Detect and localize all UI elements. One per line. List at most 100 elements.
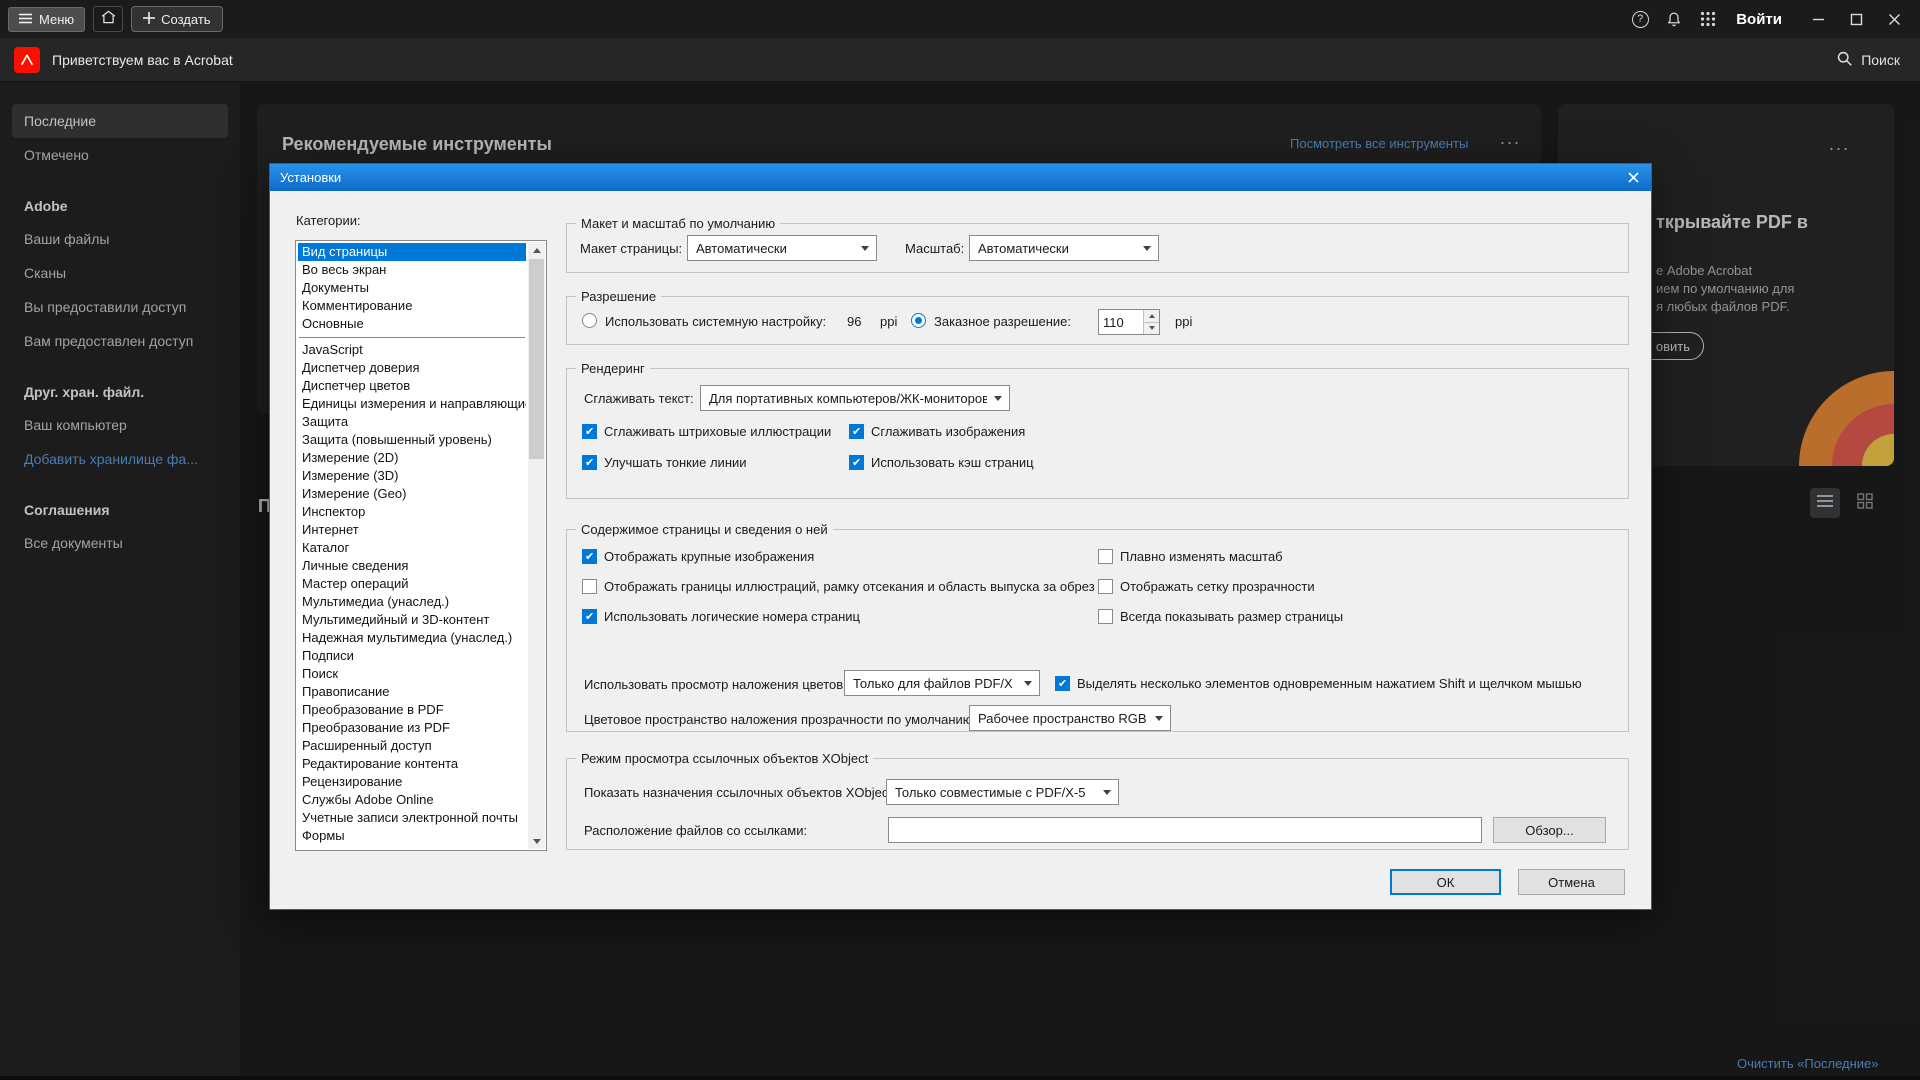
scroll-up-arrow[interactable]	[528, 242, 545, 258]
browse-button[interactable]: Обзор...	[1493, 817, 1606, 843]
category-item[interactable]: Мультимедиа (унаслед.)	[298, 593, 526, 611]
menu-button[interactable]: Меню	[8, 7, 85, 32]
page-layout-combo[interactable]: Автоматически	[687, 235, 877, 261]
spin-down-button[interactable]	[1144, 322, 1159, 335]
more-options-icon[interactable]: ...	[1500, 128, 1521, 149]
checkbox-row[interactable]: Сглаживать штриховые иллюстрации	[582, 421, 831, 441]
notifications-bell-icon[interactable]	[1660, 5, 1688, 33]
scroll-down-arrow[interactable]	[528, 833, 545, 849]
checkbox-row[interactable]: Использовать кэш страниц	[849, 452, 1034, 472]
dialog-close-button[interactable]	[1615, 164, 1651, 191]
sign-in-button[interactable]: Войти	[1736, 11, 1782, 28]
category-item[interactable]: Расширенный доступ	[298, 737, 526, 755]
category-item[interactable]: Измерение (Geo)	[298, 485, 526, 503]
category-item[interactable]: Интернет	[298, 521, 526, 539]
sidebar-item[interactable]: Вам предоставлен доступ	[12, 324, 228, 358]
ok-button[interactable]: ОК	[1390, 869, 1501, 895]
sidebar-item[interactable]: Ваши файлы	[12, 222, 228, 256]
checkbox[interactable]	[849, 455, 864, 470]
zoom-combo[interactable]: Автоматически	[969, 235, 1159, 261]
category-item[interactable]: Преобразование в PDF	[298, 701, 526, 719]
search-button[interactable]: Поиск	[1836, 50, 1900, 70]
category-item[interactable]: Комментирование	[298, 297, 526, 315]
sidebar-item[interactable]: Последние	[12, 104, 228, 138]
category-item[interactable]: Рецензирование	[298, 773, 526, 791]
more-options-icon[interactable]: ...	[1829, 134, 1850, 155]
grid-view-button[interactable]	[1850, 488, 1880, 518]
clear-recent-link[interactable]: Очистить «Последние»	[1737, 1056, 1879, 1071]
category-item[interactable]: JavaScript	[298, 341, 526, 359]
checkbox[interactable]	[582, 609, 597, 624]
cancel-button[interactable]: Отмена	[1518, 869, 1625, 895]
home-button[interactable]	[93, 6, 123, 32]
close-button[interactable]	[1876, 4, 1912, 34]
sidebar-item[interactable]: Отмечено	[12, 138, 228, 172]
category-item[interactable]: Мастер операций	[298, 575, 526, 593]
system-resolution-radio[interactable]	[582, 313, 597, 328]
category-item[interactable]: Правописание	[298, 683, 526, 701]
checkbox[interactable]	[1055, 676, 1070, 691]
xobject-combo[interactable]: Только совместимые с PDF/X-5	[886, 779, 1119, 805]
category-item[interactable]: Личные сведения	[298, 557, 526, 575]
checkbox-row[interactable]: Улучшать тонкие линии	[582, 452, 831, 472]
overprint-combo[interactable]: Только для файлов PDF/X	[844, 670, 1040, 696]
category-item[interactable]: Надежная мультимедиа (унаслед.)	[298, 629, 526, 647]
category-item[interactable]: Службы Adobe Online	[298, 791, 526, 809]
category-item[interactable]: Редактирование контента	[298, 755, 526, 773]
sidebar-item[interactable]: Все документы	[12, 526, 228, 560]
sidebar-item[interactable]: Сканы	[12, 256, 228, 290]
category-item[interactable]: Учетные записи электронной почты	[298, 809, 526, 827]
checkbox-row[interactable]: Отображать крупные изображения	[582, 546, 1095, 566]
help-icon[interactable]: ?	[1626, 5, 1654, 33]
category-item[interactable]: Преобразование из PDF	[298, 719, 526, 737]
shift-select-checkbox-row[interactable]: Выделять несколько элементов одновременн…	[1055, 673, 1582, 693]
category-item[interactable]: Вид страницы	[298, 243, 526, 261]
category-item[interactable]: Во весь экран	[298, 261, 526, 279]
category-item[interactable]: Инспектор	[298, 503, 526, 521]
checkbox-row[interactable]: Сглаживать изображения	[849, 421, 1034, 441]
checkbox[interactable]	[582, 579, 597, 594]
category-item[interactable]: Основные	[298, 315, 526, 333]
category-item[interactable]: Защита (повышенный уровень)	[298, 431, 526, 449]
checkbox[interactable]	[582, 549, 597, 564]
checkbox[interactable]	[1098, 579, 1113, 594]
dialog-titlebar[interactable]: Установки	[270, 164, 1651, 191]
maximize-button[interactable]	[1838, 4, 1874, 34]
category-item[interactable]: Защита	[298, 413, 526, 431]
custom-resolution-spinner[interactable]	[1098, 309, 1160, 335]
list-view-button[interactable]	[1810, 488, 1840, 518]
checkbox-row[interactable]: Всегда показывать размер страницы	[1098, 606, 1343, 626]
scroll-thumb[interactable]	[529, 259, 544, 459]
checkbox-row[interactable]: Использовать логические номера страниц	[582, 606, 1095, 626]
apps-grid-icon[interactable]	[1694, 5, 1722, 33]
create-button[interactable]: Создать	[131, 6, 222, 32]
location-input[interactable]	[888, 817, 1482, 843]
category-item[interactable]: Документы	[298, 279, 526, 297]
category-item[interactable]: Мультимедийный и 3D-контент	[298, 611, 526, 629]
category-item[interactable]: Диспетчер доверия	[298, 359, 526, 377]
checkbox-row[interactable]: Отображать границы иллюстраций, рамку от…	[582, 576, 1095, 596]
minimize-button[interactable]	[1800, 4, 1836, 34]
listbox-scrollbar[interactable]	[528, 242, 545, 849]
custom-resolution-radio[interactable]	[911, 313, 926, 328]
category-item[interactable]: Поиск	[298, 665, 526, 683]
transparency-combo[interactable]: Рабочее пространство RGB	[969, 705, 1171, 731]
sidebar-item[interactable]: Ваш компьютер	[12, 408, 228, 442]
smooth-text-combo[interactable]: Для портативных компьютеров/ЖК-мониторов	[700, 385, 1010, 411]
sidebar-item[interactable]: Вы предоставили доступ	[12, 290, 228, 324]
category-item[interactable]: Диспетчер цветов	[298, 377, 526, 395]
category-item[interactable]: Формы	[298, 827, 526, 845]
checkbox[interactable]	[1098, 609, 1113, 624]
see-all-tools-link[interactable]: Посмотреть все инструменты	[1290, 136, 1468, 151]
custom-resolution-input[interactable]	[1099, 310, 1143, 334]
sidebar-add-storage-link[interactable]: Добавить хранилище фа...	[12, 442, 228, 476]
checkbox[interactable]	[582, 455, 597, 470]
checkbox-row[interactable]: Плавно изменять масштаб	[1098, 546, 1343, 566]
checkbox[interactable]	[582, 424, 597, 439]
category-item[interactable]: Подписи	[298, 647, 526, 665]
category-item[interactable]: Измерение (3D)	[298, 467, 526, 485]
checkbox[interactable]	[1098, 549, 1113, 564]
category-item[interactable]: Каталог	[298, 539, 526, 557]
spin-up-button[interactable]	[1144, 310, 1159, 322]
category-item[interactable]: Измерение (2D)	[298, 449, 526, 467]
